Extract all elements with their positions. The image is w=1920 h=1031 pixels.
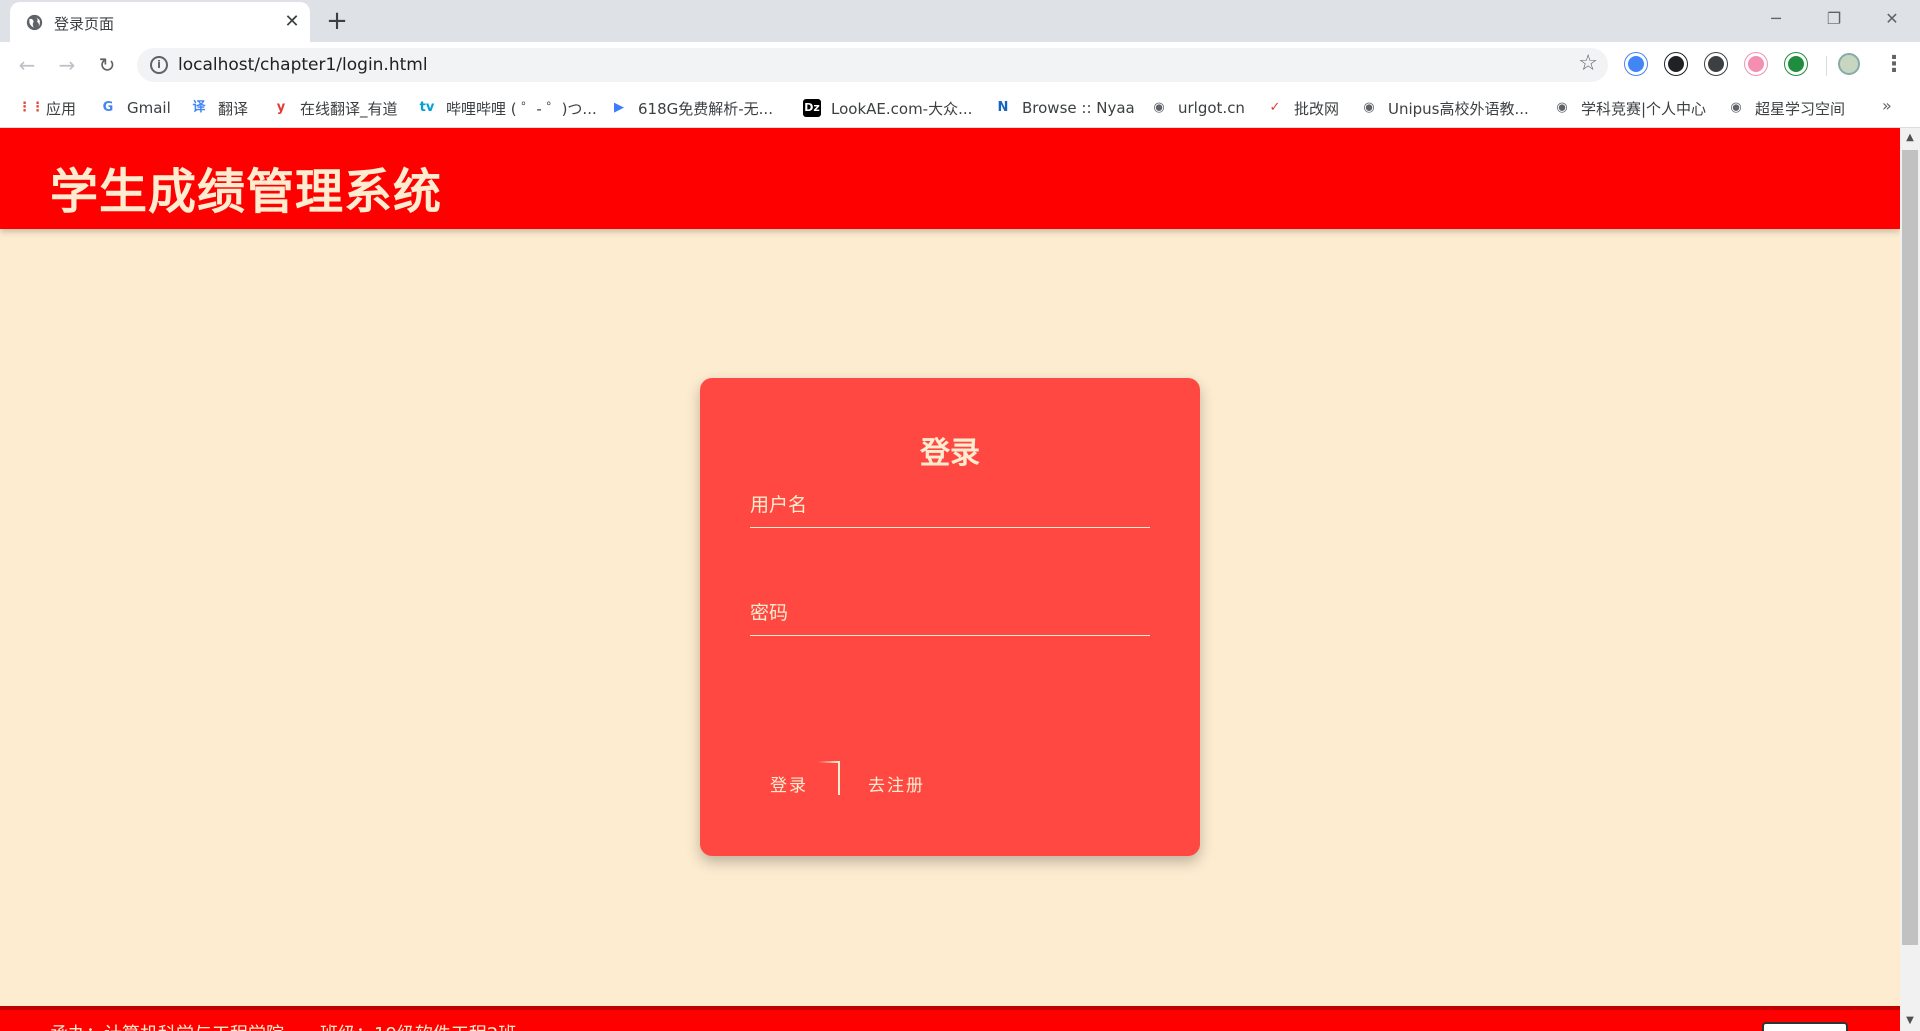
- youdao-icon: y: [276, 100, 286, 115]
- scroll-thumb[interactable]: [1902, 150, 1918, 945]
- browser-toolbar: ← → ↻ i localhost/chapter1/login.html ☆ …: [0, 42, 1920, 88]
- bookmark-label: Browse :: Nyaa: [1022, 99, 1135, 117]
- globe-icon: ◉: [1153, 100, 1165, 115]
- globe-icon: [26, 14, 43, 31]
- pigai-icon: ✓: [1269, 100, 1281, 115]
- bookmark-label: 学科竞赛|个人中心: [1581, 99, 1707, 118]
- bookmark-item[interactable]: G Gmail: [99, 96, 171, 120]
- bookmark-item[interactable]: ◉ urlgot.cn: [1150, 96, 1245, 120]
- browser-tab[interactable]: 登录页面 ✕: [10, 2, 310, 42]
- apps-grid-icon: ⋮⋮: [18, 100, 44, 115]
- site-title: 学生成绩管理系统: [50, 164, 443, 220]
- bookmark-label: 618G免费解析-无...: [638, 99, 773, 118]
- page-viewport: 学生成绩管理系统 登录 登录 去注册 承办：计算机科学与工程学院——班级：19级…: [0, 128, 1900, 1031]
- password-field: [750, 590, 1150, 636]
- bookmark-item[interactable]: Dz LookAE.com-大众...: [803, 96, 972, 120]
- dz-icon: Dz: [803, 99, 821, 117]
- browser-menu-button[interactable]: ⋮: [1880, 48, 1908, 82]
- register-button[interactable]: 去注册: [868, 768, 925, 798]
- scroll-up-arrow-icon[interactable]: ▲: [1900, 128, 1920, 148]
- recycle-extension-icon[interactable]: [1785, 53, 1807, 75]
- password-input[interactable]: [750, 590, 1150, 635]
- bookmark-label: 应用: [46, 99, 77, 118]
- bookmark-item[interactable]: 译翻译: [190, 96, 248, 120]
- globe-icon: ◉: [1730, 100, 1742, 115]
- more-bookmarks-icon[interactable]: »: [1882, 96, 1892, 115]
- chrome-color-icon[interactable]: [1625, 53, 1647, 75]
- nyaa-icon: N: [997, 100, 1009, 115]
- bookmark-item[interactable]: tv 哔哩哔哩 ( ゜- ゜)つ...: [418, 96, 597, 120]
- globe-icon: ◉: [1556, 100, 1568, 115]
- bookmark-item[interactable]: ◉ 学科竞赛|个人中心: [1553, 96, 1706, 120]
- address-bar[interactable]: i localhost/chapter1/login.html ☆: [137, 48, 1608, 82]
- bookmark-label: Unipus高校外语教...: [1388, 99, 1529, 118]
- bookmark-label: LookAE.com-大众...: [831, 99, 973, 118]
- bookmarks-bar: ⋮⋮ 应用 G Gmail 译翻译 y 在线翻译_有道 tv 哔哩哔哩 ( ゜- ゜)つ... ▶…: [0, 88, 1920, 128]
- google-icon: G: [102, 100, 114, 115]
- page-scrollbar[interactable]: ▲ ▼: [1900, 128, 1920, 1031]
- bookmark-star-icon[interactable]: ☆: [1578, 51, 1598, 76]
- bookmark-item[interactable]: ✓ 批改网: [1266, 96, 1339, 120]
- tab-title: 登录页面: [54, 15, 115, 33]
- play-icon: ▶: [614, 100, 624, 115]
- bookmark-label: 批改网: [1294, 99, 1340, 118]
- username-field: [750, 482, 1150, 528]
- avatar[interactable]: [1838, 53, 1860, 75]
- bilibili-icon: tv: [419, 100, 435, 115]
- bookmark-label: 翻译: [218, 99, 249, 118]
- cat-extension-icon[interactable]: [1745, 53, 1767, 75]
- bookmark-label: 超星学习空间: [1755, 99, 1846, 118]
- restore-window-button[interactable]: ❐: [1806, 0, 1862, 38]
- bookmark-item[interactable]: ▶ 618G免费解析-无...: [610, 96, 773, 120]
- site-header: 学生成绩管理系统: [0, 128, 1900, 229]
- login-heading: 登录: [920, 436, 980, 471]
- login-card: 登录 登录 去注册: [700, 378, 1200, 856]
- bookmark-item[interactable]: ⋮⋮ 应用: [18, 96, 76, 120]
- footer-badge: [1762, 1022, 1848, 1031]
- scroll-down-arrow-icon[interactable]: ▼: [1900, 1011, 1920, 1031]
- bookmark-label: 在线翻译_有道: [300, 99, 398, 118]
- browser-tabstrip: 登录页面 ✕ + ─ ❐ ✕: [0, 0, 1920, 42]
- translate-icon: 译: [192, 100, 206, 115]
- address-url[interactable]: localhost/chapter1/login.html: [178, 55, 428, 75]
- bookmark-item[interactable]: ◉ 超星学习空间: [1727, 96, 1845, 120]
- bookmark-label: 哔哩哔哩 ( ゜- ゜)つ...: [446, 99, 597, 118]
- minimize-window-button[interactable]: ─: [1748, 0, 1804, 38]
- username-input[interactable]: [750, 482, 1150, 527]
- bookmark-item[interactable]: y 在线翻译_有道: [272, 96, 398, 120]
- site-info-icon[interactable]: i: [150, 56, 168, 74]
- close-window-button[interactable]: ✕: [1864, 0, 1920, 38]
- mask-extension-icon[interactable]: [1705, 53, 1727, 75]
- login-button[interactable]: 登录: [770, 768, 808, 798]
- bookmark-item[interactable]: ◉ Unipus高校外语教...: [1360, 96, 1529, 120]
- bookmark-label: urlgot.cn: [1178, 99, 1245, 117]
- close-tab-icon[interactable]: ✕: [280, 10, 304, 34]
- button-divider: [818, 761, 840, 795]
- reload-button[interactable]: ↻: [90, 48, 124, 82]
- new-tab-button[interactable]: +: [321, 6, 353, 38]
- back-button[interactable]: ←: [10, 48, 44, 82]
- bookmark-label: Gmail: [127, 99, 171, 117]
- globe-icon: ◉: [1363, 100, 1375, 115]
- bookmark-item[interactable]: N Browse :: Nyaa: [994, 96, 1135, 120]
- footer-text: 承办：计算机科学与工程学院——班级：19级软件工程2班: [50, 1020, 516, 1031]
- cloud-extension-icon[interactable]: [1665, 53, 1687, 75]
- toolbar-separator: [1826, 56, 1827, 76]
- forward-button[interactable]: →: [50, 48, 84, 82]
- site-footer: 承办：计算机科学与工程学院——班级：19级软件工程2班: [0, 1006, 1900, 1031]
